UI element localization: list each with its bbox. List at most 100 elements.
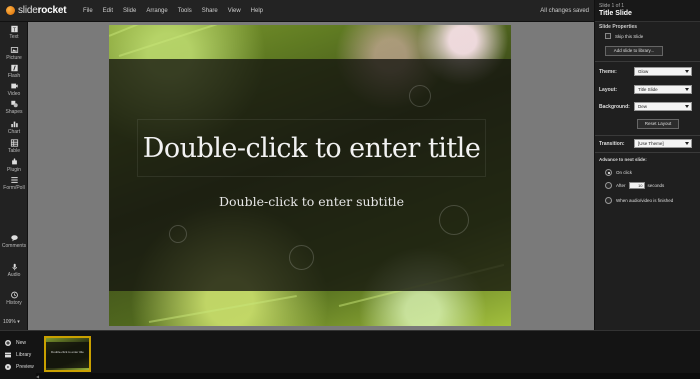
tool-picture[interactable]: Picture <box>0 46 28 61</box>
menu-edit[interactable]: Edit <box>98 8 118 14</box>
menu-tools[interactable]: Tools <box>173 8 197 14</box>
menu-share[interactable]: Share <box>197 8 223 14</box>
advance-heading-row: Advance to next slide: <box>599 157 647 162</box>
tool-plugin[interactable]: Plugin <box>0 158 28 173</box>
tool-form-poll[interactable]: Form/Poll <box>0 176 28 191</box>
horizontal-scrollbar[interactable]: ◀ <box>36 373 700 379</box>
chart-icon <box>10 121 18 128</box>
layout-select[interactable]: Title Slide <box>634 85 692 94</box>
bokeh-decoration <box>169 225 187 243</box>
background-select[interactable]: Dew <box>634 102 692 111</box>
layout-label: Layout: <box>599 86 618 93</box>
main-menu: File Edit Slide Arrange Tools Share View… <box>78 8 268 14</box>
tool-label: Video <box>7 91 21 97</box>
sliderocket-editor: sliderocket File Edit Slide Arrange Tool… <box>0 0 700 379</box>
zoom-select[interactable]: 109% ▾ <box>3 319 20 325</box>
slide-thumbnail[interactable]: Double-click to enter title <box>44 336 91 372</box>
tool-label: Text <box>9 34 19 40</box>
rocket-logo-icon <box>6 6 15 15</box>
chevron-down-icon <box>685 105 689 108</box>
form-icon <box>10 177 18 183</box>
slide-subtitle-placeholder[interactable]: Double-click to enter subtitle <box>159 188 464 214</box>
advance-after-row[interactable]: After 10 seconds <box>605 182 664 189</box>
theme-select[interactable]: Glow <box>634 67 692 76</box>
slide-subtitle-text: Double-click to enter subtitle <box>218 193 404 209</box>
skip-slide-label: Skip this Slide <box>615 33 644 39</box>
comments-icon <box>10 235 18 242</box>
transition-value: [Use Theme] <box>638 141 664 146</box>
flash-icon <box>10 64 18 72</box>
preview-button[interactable]: Preview <box>5 364 34 370</box>
tool-label: Picture <box>6 55 22 61</box>
add-to-library-button[interactable]: Add slide to library... <box>605 46 663 56</box>
chevron-down-icon: ▾ <box>17 319 20 325</box>
tool-audio[interactable]: Audio <box>0 263 28 278</box>
bokeh-decoration <box>289 245 314 270</box>
zoom-value: 109% <box>3 319 16 325</box>
advance-when-finished-row[interactable]: When audio/video is finished <box>605 197 673 204</box>
preview-label: Preview <box>16 364 34 370</box>
tool-label: Plugin <box>7 167 21 173</box>
background-grass-stroke <box>148 294 297 323</box>
divider <box>595 152 700 153</box>
scroll-left-icon[interactable]: ◀ <box>36 374 39 379</box>
properties-panel: Slide 1 of 1 Title Slide Slide Propertie… <box>594 0 700 330</box>
tool-label: Form/Poll <box>3 185 25 191</box>
menu-view[interactable]: View <box>223 8 246 14</box>
top-menu-bar: sliderocket File Edit Slide Arrange Tool… <box>0 0 595 22</box>
new-label: New <box>16 340 27 346</box>
slide-title-text: Double-click to enter title <box>142 132 481 164</box>
when-finished-label: When audio/video is finished <box>616 198 674 203</box>
after-label: After <box>616 183 626 188</box>
tool-label: History <box>6 300 22 306</box>
table-icon <box>10 139 18 147</box>
on-click-radio[interactable] <box>605 169 612 176</box>
divider <box>595 61 700 62</box>
advance-on-click-row[interactable]: On click <box>605 169 632 176</box>
tool-chart[interactable]: Chart <box>0 120 28 135</box>
picture-icon <box>10 47 18 53</box>
skip-slide-row[interactable]: Skip this Slide <box>605 33 643 39</box>
seconds-input[interactable]: 10 <box>628 182 645 189</box>
after-radio[interactable] <box>605 182 612 189</box>
logo-text: sliderocket <box>18 5 67 16</box>
insert-toolbar: T Text Picture Flash Video Shapes Chart … <box>0 22 28 330</box>
audio-icon <box>12 263 17 271</box>
menu-arrange[interactable]: Arrange <box>141 8 172 14</box>
slide-properties-heading: Slide Properties <box>599 24 638 30</box>
theme-value: Glow <box>638 69 649 74</box>
app-logo: sliderocket <box>0 5 78 16</box>
layout-row: Layout: Title Slide <box>599 85 692 94</box>
tool-label: Chart <box>7 129 21 135</box>
tool-table[interactable]: Table <box>0 139 28 154</box>
skip-slide-checkbox[interactable] <box>605 33 611 39</box>
tool-label: Shapes <box>5 109 23 115</box>
plugin-icon <box>11 158 17 165</box>
slide-name: Title Slide <box>599 10 632 17</box>
library-button[interactable]: Library <box>5 352 31 358</box>
new-slide-button[interactable]: New <box>5 340 26 346</box>
tool-comments[interactable]: Comments <box>0 234 28 249</box>
menu-file[interactable]: File <box>78 8 98 14</box>
theme-label: Theme: <box>599 68 617 75</box>
tool-shapes[interactable]: Shapes <box>0 100 28 115</box>
seconds-label: seconds <box>647 183 665 188</box>
tool-history[interactable]: History <box>0 291 28 306</box>
menu-help[interactable]: Help <box>246 8 268 14</box>
panel-header: Slide 1 of 1 Title Slide <box>595 0 700 22</box>
library-label: Library <box>16 352 32 358</box>
when-finished-radio[interactable] <box>605 197 612 204</box>
tool-label: Audio <box>7 272 21 278</box>
transition-select[interactable]: [Use Theme] <box>634 139 692 148</box>
layout-value: Title Slide <box>638 87 658 92</box>
menu-slide[interactable]: Slide <box>118 8 141 14</box>
reset-layout-button[interactable]: Reset Layout <box>637 119 679 129</box>
slide-canvas[interactable]: Double-click to enter title Double-click… <box>109 25 511 326</box>
tool-flash[interactable]: Flash <box>0 64 28 79</box>
tool-video[interactable]: Video <box>0 82 28 97</box>
history-icon <box>10 291 18 299</box>
library-icon <box>5 352 11 358</box>
tool-text[interactable]: T Text <box>0 25 28 40</box>
slide-title-placeholder[interactable]: Double-click to enter title <box>137 119 486 177</box>
tool-label: Table <box>8 148 20 154</box>
